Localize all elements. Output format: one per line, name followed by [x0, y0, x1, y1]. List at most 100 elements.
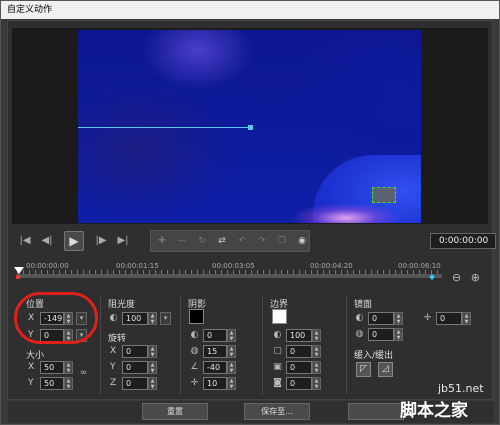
shadow-angle-icon: ∠	[190, 362, 199, 372]
ok-button[interactable]	[348, 403, 404, 420]
copy-keyframe-icon[interactable]: ❐	[275, 234, 289, 248]
reset-button[interactable]: 重置	[142, 403, 208, 420]
shadow-opacity-spinner[interactable]: ▲ ▼	[227, 329, 236, 342]
timeline-track[interactable]	[17, 274, 442, 278]
size-y-spinner[interactable]: ▲ ▼	[64, 377, 73, 390]
mirror-offset-input[interactable]: 0	[436, 312, 462, 325]
shadow-blur-icon: ◍	[190, 346, 199, 356]
shadow-distance-input[interactable]: 10	[203, 377, 227, 390]
tick-label: 00:00:04:20	[310, 262, 353, 270]
border-soft2-input[interactable]: 0	[286, 377, 312, 390]
ease-title: 缓入/缓出	[354, 351, 394, 361]
opacity-title: 阻光度	[108, 300, 136, 310]
border-soft1-spinner[interactable]: ▲ ▼	[312, 361, 321, 374]
shadow-distance-icon: ✛	[190, 378, 199, 388]
prev-keyframe-icon[interactable]: ↶	[235, 234, 249, 248]
size-y-input[interactable]: 50	[40, 377, 64, 390]
play-button[interactable]: ▶	[64, 231, 84, 251]
border-opacity-input[interactable]: 100	[286, 329, 312, 342]
ease-out-icon[interactable]: ◿	[378, 362, 393, 377]
clip-object-box[interactable]	[372, 187, 396, 203]
timeline-ruler[interactable]: 00:00:00:00 00:00:01:15 00:00:03:05 00:0…	[12, 258, 442, 284]
link-ratio-icon[interactable]: ∞	[78, 368, 89, 379]
shadow-angle-input[interactable]: -40	[203, 361, 227, 374]
add-keyframe-icon[interactable]: ✚	[155, 234, 169, 248]
playback-controls: |◀ ◀| ▶ |▶ ▶| ✚ — ↻ ⇄ ↶ ↷ ❐ ◉ 0:00:00:00	[12, 228, 496, 256]
timecode-display[interactable]: 0:00:00:00	[430, 233, 496, 249]
shadow-distance-spinner[interactable]: ▲ ▼	[227, 377, 236, 390]
go-to-end-icon[interactable]: ▶|	[116, 234, 130, 248]
rotation-z-label: Z	[110, 378, 117, 388]
zoom-in-icon[interactable]: ⊕	[471, 271, 480, 284]
border-feather-icon: ◙	[273, 378, 282, 388]
previous-frame-icon[interactable]: ◀|	[40, 234, 54, 248]
mirror-distance-spinner[interactable]: ▲ ▼	[394, 328, 403, 341]
divider	[180, 296, 181, 394]
mirror-offset-icon: ✛	[423, 313, 432, 323]
border-width-input[interactable]: 0	[286, 345, 312, 358]
shadow-color-swatch[interactable]	[189, 309, 204, 324]
motion-path-line[interactable]	[78, 127, 249, 128]
border-soft1-input[interactable]: 0	[286, 361, 312, 374]
mirror-opacity-icon: ◐	[355, 313, 364, 323]
border-width-spinner[interactable]: ▲ ▼	[312, 345, 321, 358]
watermark-text: 脚本之家	[400, 401, 468, 421]
rotation-z-input[interactable]: 0	[122, 377, 148, 390]
border-width-icon: ▢	[273, 346, 282, 356]
mirror-opacity-input[interactable]: 0	[368, 312, 394, 325]
tick-label: 00:00:03:05	[212, 262, 255, 270]
start-keyframe-marker[interactable]	[16, 275, 20, 279]
remove-keyframe-icon[interactable]: —	[175, 234, 189, 248]
border-soft2-spinner[interactable]: ▲ ▼	[312, 377, 321, 390]
zoom-controls: ⊖ ⊕	[452, 271, 480, 284]
tick-label: 00:00:01:15	[116, 262, 159, 270]
rotation-title: 旋转	[108, 334, 127, 344]
divider	[346, 296, 347, 394]
swap-keyframe-icon[interactable]: ⇄	[215, 234, 229, 248]
size-title: 大小	[26, 351, 45, 361]
save-to-button[interactable]: 保存至...	[244, 403, 310, 420]
shadow-opacity-icon: ◐	[190, 330, 199, 340]
shadow-blur-spinner[interactable]: ▲ ▼	[227, 345, 236, 358]
rotation-y-label: Y	[110, 362, 116, 372]
watermark-site: jb51.net	[438, 382, 484, 395]
mirror-title: 镜面	[354, 300, 373, 310]
go-to-start-icon[interactable]: |◀	[18, 234, 32, 248]
playhead[interactable]	[14, 267, 24, 274]
rotation-z-spinner[interactable]: ▲ ▼	[148, 377, 157, 390]
divider	[262, 296, 263, 394]
opacity-dropdown[interactable]: ▾	[160, 312, 171, 325]
tick-label: 00:00:00:00	[26, 262, 69, 270]
opacity-spinner[interactable]: ▲ ▼	[148, 312, 157, 325]
opacity-input[interactable]: 100	[122, 312, 148, 325]
size-x-spinner[interactable]: ▲ ▼	[64, 361, 73, 374]
next-keyframe-icon[interactable]: ↷	[255, 234, 269, 248]
ease-in-icon[interactable]: ◸	[356, 362, 371, 377]
fit-keyframe-icon[interactable]: ◉	[295, 234, 309, 248]
reverse-keyframe-icon[interactable]: ↻	[195, 234, 209, 248]
opacity-icon: ◐	[109, 313, 118, 323]
mirror-distance-input[interactable]: 0	[368, 328, 394, 341]
rotation-x-input[interactable]: 0	[122, 345, 148, 358]
rotation-y-input[interactable]: 0	[122, 361, 148, 374]
rotation-x-spinner[interactable]: ▲ ▼	[148, 345, 157, 358]
border-color-swatch[interactable]	[272, 309, 287, 324]
border-opacity-spinner[interactable]: ▲ ▼	[312, 329, 321, 342]
rotation-y-spinner[interactable]: ▲ ▼	[148, 361, 157, 374]
size-y-label: Y	[28, 378, 34, 388]
mirror-opacity-spinner[interactable]: ▲ ▼	[394, 312, 403, 325]
video-preview[interactable]	[78, 30, 421, 223]
watermark: jb51.net 脚本之家	[398, 382, 496, 422]
border-opacity-icon: ◐	[273, 330, 282, 340]
highlight-circle	[14, 292, 98, 344]
shadow-blur-input[interactable]: 15	[203, 345, 227, 358]
zoom-out-icon[interactable]: ⊖	[452, 271, 461, 284]
mirror-distance-icon: ◍	[355, 329, 364, 339]
size-x-input[interactable]: 50	[40, 361, 64, 374]
shadow-opacity-input[interactable]: 0	[203, 329, 227, 342]
rotation-x-label: X	[110, 346, 117, 356]
shadow-angle-spinner[interactable]: ▲ ▼	[227, 361, 236, 374]
mirror-offset-spinner[interactable]: ▲ ▼	[462, 312, 471, 325]
motion-path-handle[interactable]	[248, 125, 253, 130]
next-frame-icon[interactable]: |▶	[94, 234, 108, 248]
